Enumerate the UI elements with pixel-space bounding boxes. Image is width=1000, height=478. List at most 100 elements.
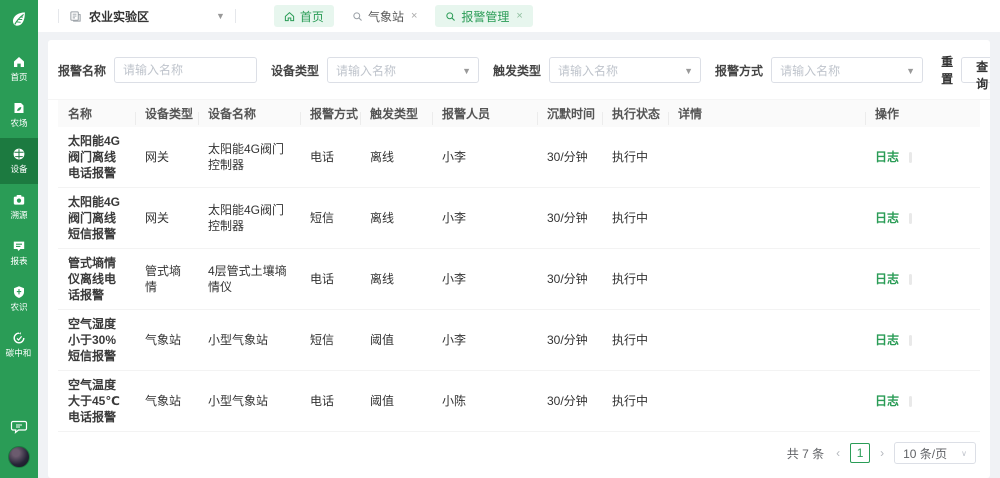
- alarm-name-input[interactable]: [114, 57, 257, 83]
- report-icon: [12, 239, 26, 253]
- cell-device-type: 网关: [135, 204, 198, 232]
- cell-device-type: 管式墒情: [135, 257, 198, 301]
- cell-name: 太阳能4G阀门离线电话报警: [58, 127, 135, 187]
- cell-personnel: 小李: [432, 143, 537, 171]
- filter-label: 报警名称: [58, 62, 106, 79]
- sidebar-item-label: 碳中和: [6, 348, 32, 358]
- more-actions-icon[interactable]: [909, 396, 912, 407]
- tab-alarm-management[interactable]: 报警管理 ×: [435, 5, 532, 27]
- tab-weather-station[interactable]: 气象站 ×: [342, 5, 427, 27]
- home-icon: [284, 11, 295, 22]
- cell-trigger-type: 离线: [360, 265, 432, 293]
- more-actions-icon[interactable]: [909, 213, 912, 224]
- sidebar-item-trace[interactable]: 溯源: [0, 184, 38, 230]
- cell-trigger-type: 阈值: [360, 326, 432, 354]
- sidebar-item-report[interactable]: 报表: [0, 230, 38, 276]
- cell-device-name: 太阳能4G阀门控制器: [198, 135, 300, 179]
- app-root: 首页 农场 设备: [0, 0, 1000, 478]
- content-wrapper: 报警名称 设备类型 请输入名称 ▼ 触发类型 请输入名称: [38, 32, 1000, 478]
- log-link[interactable]: 日志: [875, 150, 899, 164]
- sidebar-item-carbon[interactable]: 碳中和: [0, 322, 38, 368]
- cell-actions: 日志: [865, 143, 980, 171]
- cell-actions: 日志: [865, 387, 980, 415]
- sidebar-item-knowledge[interactable]: 农识: [0, 276, 38, 322]
- close-icon[interactable]: ×: [411, 10, 417, 22]
- main-area: 农业实验区 ▼ 首页 气象站 ×: [38, 0, 1000, 478]
- cell-status: 执行中: [602, 265, 668, 293]
- cell-detail: [668, 273, 865, 285]
- org-selector[interactable]: 农业实验区 ▼: [69, 8, 225, 25]
- log-link[interactable]: 日志: [875, 272, 899, 286]
- chevron-down-icon: ▼: [462, 66, 471, 76]
- cell-detail: [668, 151, 865, 163]
- cell-name: 空气温度大于45℃电话报警: [58, 371, 135, 431]
- table-row: 空气温度大于45℃电话报警 气象站 小型气象站 电话 阈值 小陈 30/分钟 执…: [58, 371, 980, 432]
- pagination: 共 7 条 ‹ 1 › 10 条/页 ∨: [48, 432, 990, 478]
- topbar: 农业实验区 ▼ 首页 气象站 ×: [38, 0, 1000, 32]
- cell-alarm-method: 电话: [300, 265, 360, 293]
- total-count: 共 7 条: [787, 445, 824, 462]
- sidebar-item-label: 溯源: [10, 210, 27, 220]
- log-link[interactable]: 日志: [875, 211, 899, 225]
- select-placeholder: 请输入名称: [336, 62, 396, 79]
- cell-device-name: 4层管式土壤墒情仪: [198, 257, 300, 301]
- cell-name: 空气湿度小于30%短信报警: [58, 310, 135, 370]
- carbon-icon: [12, 331, 26, 345]
- cell-silence-time: 30/分钟: [537, 387, 602, 415]
- cell-personnel: 小李: [432, 326, 537, 354]
- more-actions-icon[interactable]: [909, 335, 912, 346]
- home-icon: [12, 55, 26, 69]
- cell-device-type: 气象站: [135, 326, 198, 354]
- log-link[interactable]: 日志: [875, 333, 899, 347]
- table-row: 太阳能4G阀门离线电话报警 网关 太阳能4G阀门控制器 电话 离线 小李 30/…: [58, 127, 980, 188]
- filter-alarm-method: 报警方式 请输入名称 ▼: [715, 57, 923, 83]
- more-actions-icon[interactable]: [909, 152, 912, 163]
- filter-label: 报警方式: [715, 62, 763, 79]
- select-placeholder: 请输入名称: [558, 62, 618, 79]
- link-icon: [352, 11, 363, 22]
- query-button[interactable]: 查询: [961, 57, 990, 83]
- cell-alarm-method: 短信: [300, 204, 360, 232]
- cell-detail: [668, 212, 865, 224]
- cell-trigger-type: 离线: [360, 204, 432, 232]
- cell-detail: [668, 395, 865, 407]
- close-icon[interactable]: ×: [516, 10, 522, 22]
- device-type-select[interactable]: 请输入名称 ▼: [327, 57, 479, 83]
- alarm-management-panel: 报警名称 设备类型 请输入名称 ▼ 触发类型 请输入名称: [48, 40, 990, 478]
- farm-icon: [12, 101, 26, 115]
- chat-bubble-icon[interactable]: [10, 418, 28, 436]
- sidebar-nav: 首页 农场 设备: [0, 46, 38, 368]
- filter-bar: 报警名称 设备类型 请输入名称 ▼ 触发类型 请输入名称: [48, 40, 990, 100]
- page-size-select[interactable]: 10 条/页 ∨: [894, 442, 976, 464]
- more-actions-icon[interactable]: [909, 274, 912, 285]
- column-header: 沉默时间: [537, 105, 602, 122]
- cell-silence-time: 30/分钟: [537, 143, 602, 171]
- page-size-label: 10 条/页: [903, 445, 947, 462]
- log-link[interactable]: 日志: [875, 394, 899, 408]
- trace-icon: [12, 193, 26, 207]
- sidebar-item-farm[interactable]: 农场: [0, 92, 38, 138]
- reset-button[interactable]: 重置: [941, 53, 955, 87]
- user-avatar[interactable]: [8, 446, 30, 468]
- alarm-method-select[interactable]: 请输入名称 ▼: [771, 57, 923, 83]
- cell-trigger-type: 离线: [360, 143, 432, 171]
- cell-device-name: 小型气象站: [198, 326, 300, 354]
- cell-trigger-type: 阈值: [360, 387, 432, 415]
- prev-page-icon[interactable]: ‹: [834, 446, 842, 460]
- tab-bar: 首页 气象站 × 报警管理 ×: [274, 5, 533, 27]
- cell-actions: 日志: [865, 326, 980, 354]
- next-page-icon[interactable]: ›: [878, 446, 886, 460]
- tab-home[interactable]: 首页: [274, 5, 334, 27]
- link-icon: [445, 11, 456, 22]
- page-number-button[interactable]: 1: [850, 443, 870, 463]
- trigger-type-select[interactable]: 请输入名称 ▼: [549, 57, 701, 83]
- sidebar-item-device[interactable]: 设备: [0, 138, 38, 184]
- sidebar-item-label: 首页: [10, 72, 27, 82]
- cell-status: 执行中: [602, 387, 668, 415]
- sidebar: 首页 农场 设备: [0, 0, 38, 478]
- cell-actions: 日志: [865, 265, 980, 293]
- column-header: 操作: [865, 105, 980, 122]
- sidebar-item-label: 农场: [10, 118, 27, 128]
- sidebar-footer: [0, 418, 38, 478]
- sidebar-item-home[interactable]: 首页: [0, 46, 38, 92]
